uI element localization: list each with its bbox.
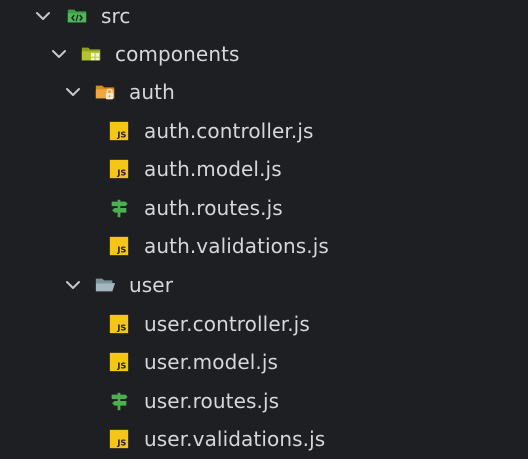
js-file-icon: JS [109,429,129,449]
js-file-icon: JS [109,121,129,141]
tree-item-label: user [129,273,174,297]
tree-item-label: user.controller.js [144,312,310,336]
js-file-icon: JS [109,236,129,256]
routes-signpost-icon [111,199,128,218]
tree-item-label: user.routes.js [144,389,280,413]
tree-file-user-validations[interactable]: JS user.validations.js [0,420,528,458]
chevron-down-icon[interactable] [63,275,83,295]
tree-item-label: user.model.js [144,350,279,374]
svg-text:JS: JS [116,129,126,139]
tree-folder-components[interactable]: components [0,35,528,73]
svg-text:JS: JS [116,360,126,370]
chevron-down-icon[interactable] [63,82,83,102]
svg-text:JS: JS [116,322,126,332]
tree-item-label: src [101,4,131,28]
tree-file-auth-model[interactable]: JS auth.model.js [0,150,528,188]
tree-item-label: user.validations.js [144,427,326,451]
tree-file-auth-routes[interactable]: auth.routes.js [0,189,528,227]
tree-folder-src[interactable]: src [0,0,528,35]
js-file-icon: JS [109,352,129,372]
chevron-down-icon[interactable] [33,6,53,26]
tree-file-user-routes[interactable]: user.routes.js [0,382,528,420]
chevron-down-icon[interactable] [49,44,69,64]
tree-file-user-controller[interactable]: JS user.controller.js [0,305,528,343]
svg-text:JS: JS [116,167,126,177]
js-file-icon: JS [109,159,129,179]
svg-text:JS: JS [116,437,126,447]
tree-folder-user[interactable]: user [0,266,528,304]
tree-file-auth-validations[interactable]: JS auth.validations.js [0,227,528,265]
lock-folder-icon [95,85,115,100]
code-folder-icon [67,9,87,23]
tree-item-label: auth.controller.js [144,119,314,143]
file-explorer-tree: src components auth JS auth.controller.j… [0,0,528,459]
tree-item-label: auth.validations.js [144,234,329,258]
tree-item-label: components [115,42,240,66]
components-folder-icon [81,47,101,61]
tree-item-label: auth [129,80,175,104]
folder-open-icon [95,278,116,292]
routes-signpost-icon [111,392,128,411]
js-file-icon: JS [109,314,129,334]
tree-item-label: auth.model.js [144,157,282,181]
tree-item-label: auth.routes.js [144,196,283,220]
tree-file-user-model[interactable]: JS user.model.js [0,343,528,381]
tree-folder-auth[interactable]: auth [0,73,528,111]
tree-file-auth-controller[interactable]: JS auth.controller.js [0,112,528,150]
svg-text:JS: JS [116,244,126,254]
